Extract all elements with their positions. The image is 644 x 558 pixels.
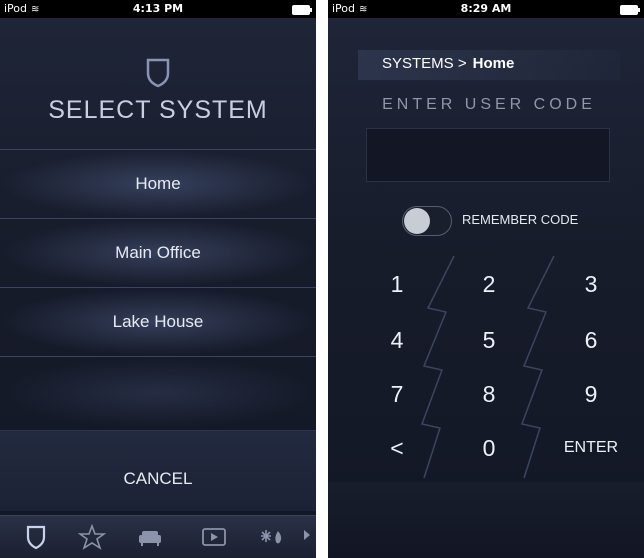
key-4[interactable]: 4 — [352, 312, 442, 368]
tab-room[interactable] — [136, 524, 164, 550]
user-code-field[interactable] — [366, 128, 610, 182]
status-bar: iPod ≋ 4:13 PM — [0, 0, 316, 18]
breadcrumb: SYSTEMS > Home — [358, 50, 620, 80]
select-system-screen: iPod ≋ 4:13 PM SELECT SYSTEM Home Main Of… — [0, 0, 316, 558]
key-9[interactable]: 9 — [546, 366, 636, 422]
system-item-lake-house[interactable]: Lake House — [0, 287, 316, 357]
remember-code-label: REMEMBER CODE — [462, 212, 579, 227]
bottom-panel — [328, 482, 644, 558]
tab-favorites[interactable] — [77, 523, 107, 550]
enter-code-label: ENTER USER CODE — [382, 96, 596, 113]
system-item-home[interactable]: Home — [0, 149, 316, 218]
remember-code-toggle[interactable] — [402, 206, 452, 236]
empty-list-row — [0, 358, 316, 428]
page-title: SELECT SYSTEM — [48, 96, 268, 124]
more-tabs-arrow-icon[interactable] — [304, 530, 310, 540]
key-backspace[interactable]: < — [352, 420, 442, 476]
battery-icon — [620, 5, 640, 15]
tab-security[interactable] — [22, 524, 50, 550]
key-2[interactable]: 2 — [444, 256, 534, 312]
shield-icon — [26, 525, 46, 550]
climate-icon — [261, 530, 282, 544]
battery-icon — [292, 5, 312, 15]
breadcrumb-current: Home — [472, 55, 515, 72]
breadcrumb-parent[interactable]: SYSTEMS > — [382, 55, 467, 72]
key-6[interactable]: 6 — [546, 312, 636, 368]
key-1[interactable]: 1 — [352, 256, 442, 312]
key-5[interactable]: 5 — [444, 312, 534, 368]
sofa-icon — [139, 531, 161, 546]
tab-bar — [0, 515, 316, 558]
system-item-main-office[interactable]: Main Office — [0, 218, 316, 287]
system-list: Home Main Office Lake House — [0, 149, 316, 357]
tab-climate[interactable] — [258, 524, 286, 550]
cancel-button[interactable]: CANCEL — [0, 430, 316, 511]
play-icon — [202, 528, 226, 546]
tab-media[interactable] — [200, 524, 228, 550]
shield-icon — [146, 58, 170, 88]
key-8[interactable]: 8 — [444, 366, 534, 422]
clock: 8:29 AM — [460, 2, 512, 15]
keypad: 1 2 3 4 5 6 7 8 9 < 0 ENTER — [328, 252, 644, 482]
clock: 4:13 PM — [132, 2, 184, 15]
user-code-screen: iPod ≋ 8:29 AM SYSTEMS > Home ENTER USER C… — [328, 0, 644, 558]
key-7[interactable]: 7 — [352, 366, 442, 422]
star-icon — [77, 523, 107, 550]
key-0[interactable]: 0 — [444, 420, 534, 476]
key-3[interactable]: 3 — [546, 256, 636, 312]
toggle-knob — [404, 208, 430, 234]
enter-button[interactable]: ENTER — [546, 420, 636, 476]
status-bar: iPod ≋ 8:29 AM — [328, 0, 644, 18]
